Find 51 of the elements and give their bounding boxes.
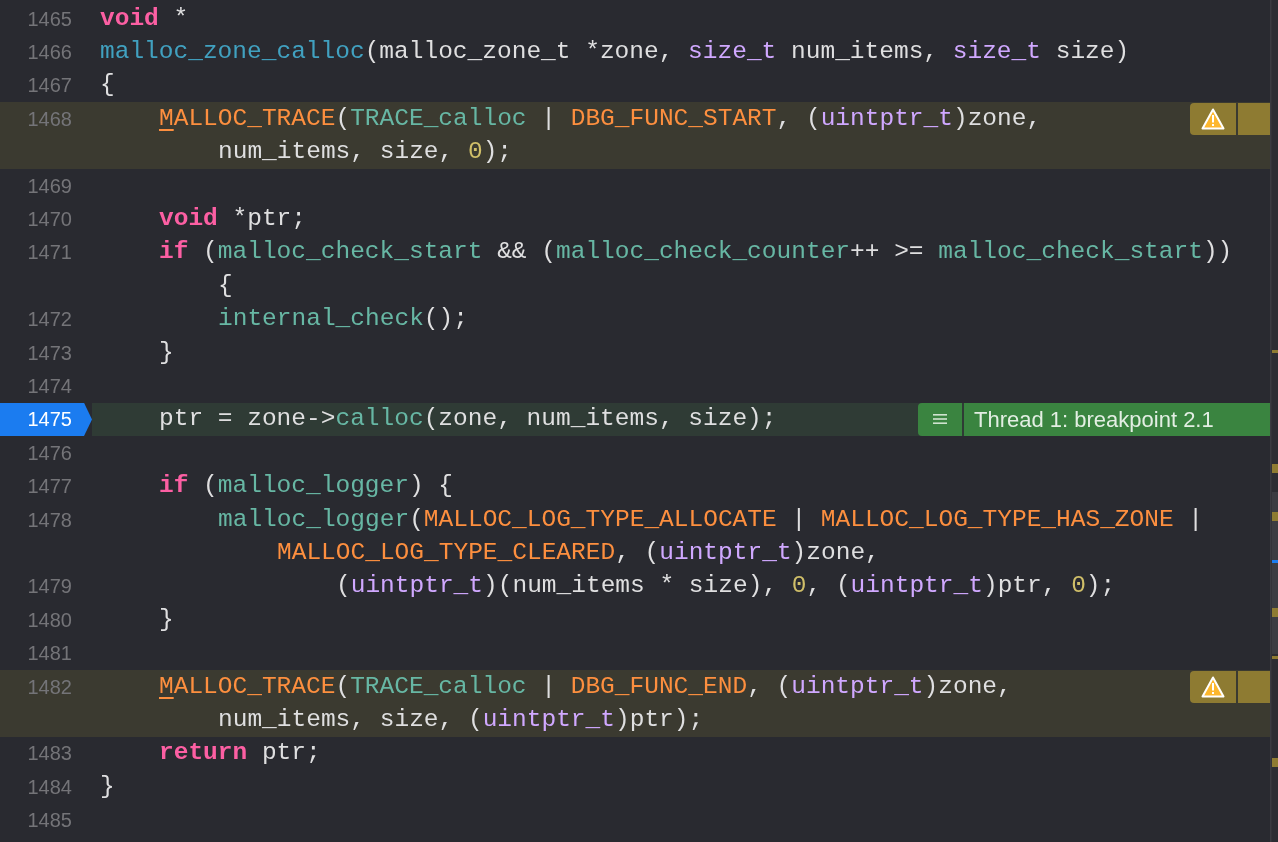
code-line: { bbox=[218, 270, 233, 301]
code-line: internal_check(); bbox=[218, 304, 468, 335]
line-number: 1466 bbox=[26, 40, 72, 65]
breakpoint-badge[interactable] bbox=[918, 402, 962, 436]
line-number: 1485 bbox=[26, 808, 72, 833]
breakpoint-marker[interactable]: 1475 bbox=[0, 402, 92, 437]
code-line: malloc_logger(MALLOC_LOG_TYPE_ALLOCATE | MALLOC_LOG_TYPE_HAS_ZONE | bbox=[218, 504, 1204, 535]
code-line: } bbox=[159, 604, 174, 635]
overview-ruler[interactable] bbox=[1270, 0, 1278, 842]
line-number: 1468 bbox=[26, 106, 72, 131]
code-line: ptr = zone->calloc(zone, num_items, size); bbox=[159, 404, 777, 435]
warning-badge[interactable] bbox=[1190, 102, 1236, 135]
warning-badge[interactable] bbox=[1190, 670, 1236, 703]
code-line: MALLOC_TRACE(TRACE_calloc | DBG_FUNC_END, (uintptr_t)zone, bbox=[159, 671, 1012, 702]
line-number: 1482 bbox=[26, 674, 72, 699]
code-line: } bbox=[100, 771, 115, 802]
code-line: (uintptr_t)(num_items * size), 0, (uintptr_t)ptr, 0); bbox=[336, 571, 1116, 602]
line-number: 1479 bbox=[26, 574, 72, 599]
code-line: void * bbox=[100, 3, 189, 34]
line-number: 1480 bbox=[26, 607, 72, 632]
line-number: 1470 bbox=[26, 207, 72, 232]
code-line: malloc_zone_calloc(malloc_zone_t *zone, size_t num_items, size_t size) bbox=[100, 37, 1130, 68]
code-line: num_items, size, (uintptr_t)ptr); bbox=[218, 704, 704, 735]
line-number: 1467 bbox=[26, 73, 72, 98]
line-number: 1474 bbox=[26, 374, 72, 398]
line-number: 1471 bbox=[26, 240, 72, 265]
line-number: 1473 bbox=[26, 340, 72, 365]
code-line: void *ptr; bbox=[159, 204, 307, 235]
line-number: 1484 bbox=[26, 774, 72, 799]
warning-icon bbox=[1201, 675, 1225, 698]
line-number: 1472 bbox=[26, 307, 72, 332]
warning-badge-end bbox=[1238, 670, 1270, 703]
menu-icon bbox=[933, 414, 947, 425]
code-line: return ptr; bbox=[159, 738, 321, 769]
code-line: } bbox=[159, 337, 174, 368]
code-line: num_items, size, 0); bbox=[218, 137, 513, 168]
code-line: MALLOC_LOG_TYPE_CLEARED, (uintptr_t)zone, bbox=[277, 537, 880, 568]
code-line: if (malloc_check_start && (malloc_check_counter++ >= malloc_check_start)) bbox=[159, 237, 1233, 268]
line-number: 1478 bbox=[26, 507, 72, 532]
line-number: 1469 bbox=[26, 173, 72, 198]
code-line: if (malloc_logger) { bbox=[159, 471, 454, 502]
code-line: MALLOC_TRACE(TRACE_calloc | DBG_FUNC_START, (uintptr_t)zone, bbox=[159, 103, 1042, 134]
warning-badge-end bbox=[1238, 102, 1270, 135]
line-number: 1477 bbox=[26, 474, 72, 499]
warning-icon bbox=[1201, 107, 1225, 130]
line-number: 1476 bbox=[26, 440, 72, 465]
line-number: 1483 bbox=[26, 741, 72, 766]
line-number: 1465 bbox=[26, 6, 72, 31]
line-number: 1481 bbox=[26, 641, 72, 666]
code-line: { bbox=[100, 70, 115, 101]
breakpoint-label: Thread 1: breakpoint 2.1 bbox=[964, 402, 1270, 436]
